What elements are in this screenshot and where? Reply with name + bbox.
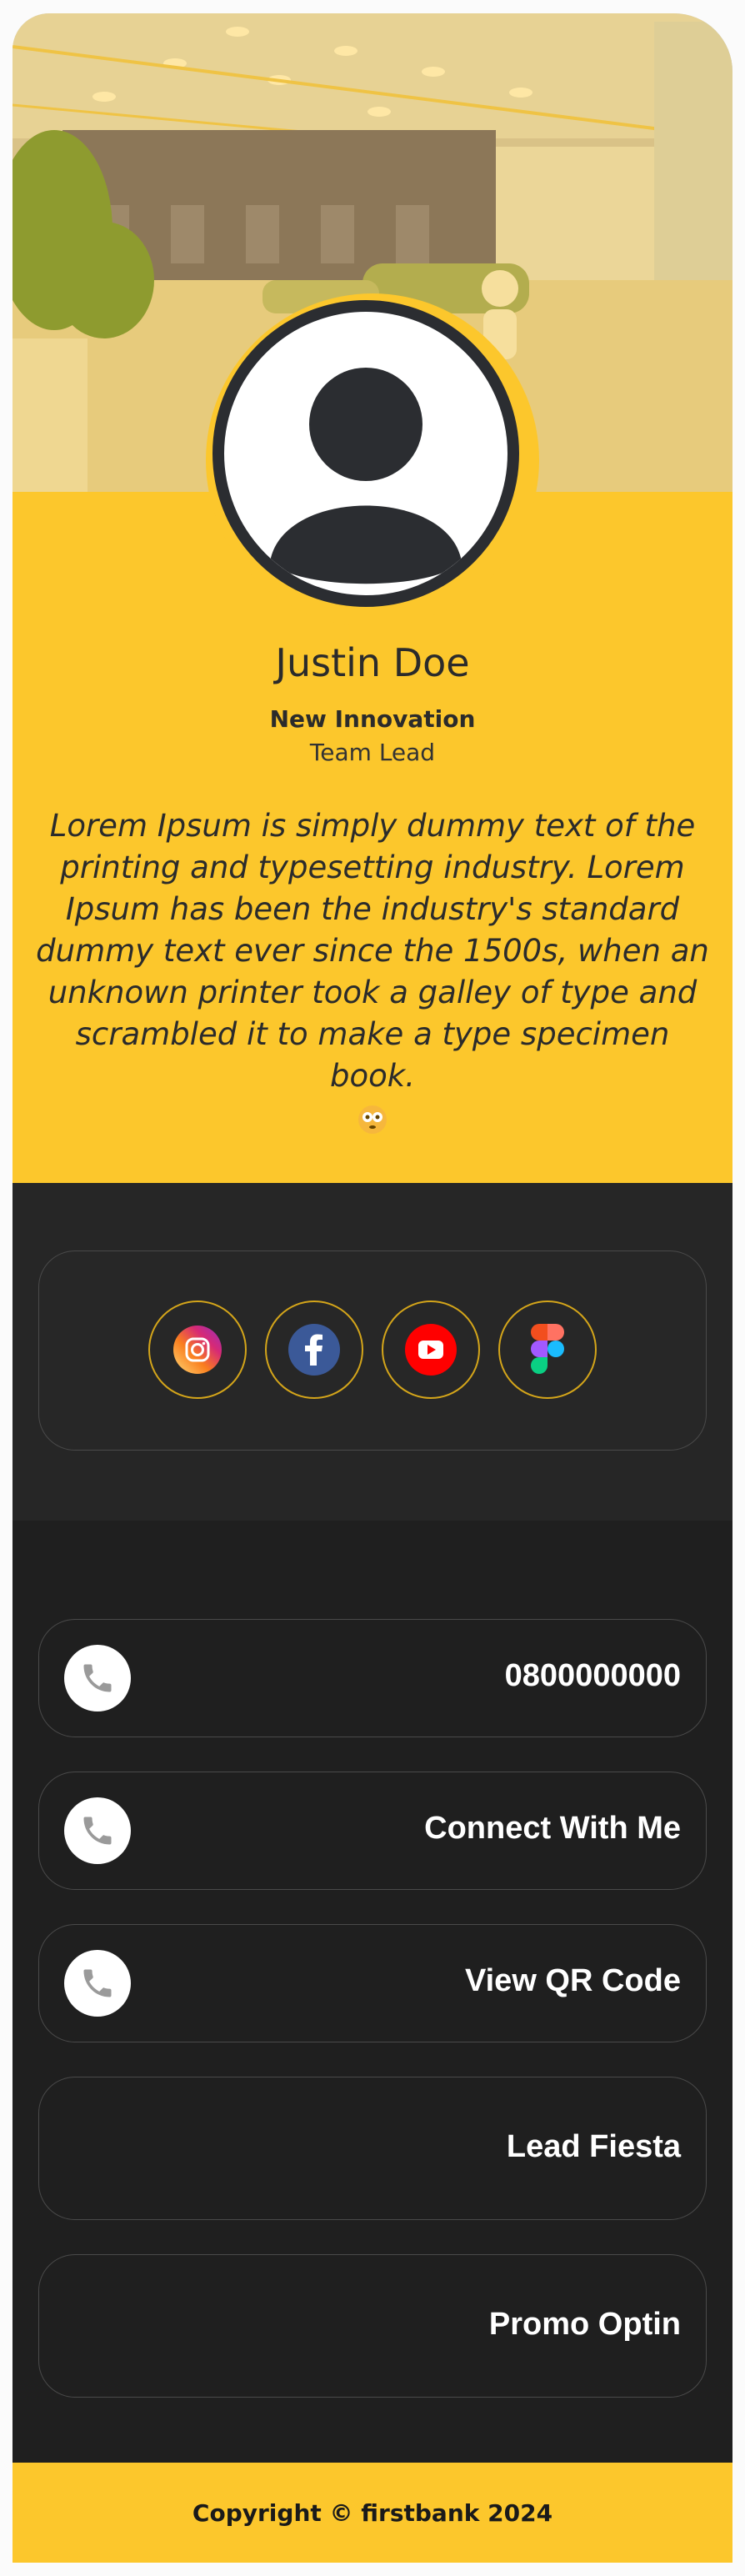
youtube-link[interactable] — [382, 1301, 480, 1399]
view-qr-code-label: View QR Code — [464, 1963, 681, 1998]
profile-bio: Lorem Ipsum is simply dummy text of the … — [32, 805, 712, 1139]
figma-link[interactable] — [498, 1301, 597, 1399]
social-links-panel — [38, 1250, 707, 1451]
phone-icon — [64, 1797, 131, 1864]
facebook-icon — [288, 1324, 340, 1376]
connect-with-me-label: Connect With Me — [424, 1811, 681, 1846]
phone-icon — [64, 1645, 131, 1711]
instagram-link[interactable] — [148, 1301, 247, 1399]
footer: Copyright © firstbank 2024 — [12, 2463, 732, 2563]
profile-name: Justin Doe — [275, 640, 470, 685]
youtube-icon — [405, 1324, 457, 1376]
facebook-link[interactable] — [265, 1301, 363, 1399]
user-silhouette-icon — [270, 368, 462, 584]
connect-with-me-button[interactable]: Connect With Me — [38, 1772, 707, 1890]
promo-optin-button[interactable]: Promo Optin — [38, 2254, 707, 2398]
copyright-text: Copyright © firstbank 2024 — [192, 2499, 553, 2527]
bio-text: Lorem Ipsum is simply dummy text of the … — [36, 808, 709, 1094]
lead-fiesta-label: Lead Fiesta — [506, 2129, 681, 2164]
phone-number-button[interactable]: 0800000000 — [38, 1619, 707, 1737]
phone-number-label: 0800000000 — [504, 1658, 681, 1693]
profile-organization: New Innovation — [269, 705, 476, 733]
figma-icon — [531, 1324, 564, 1374]
lead-fiesta-button[interactable]: Lead Fiesta — [38, 2077, 707, 2220]
instagram-icon — [173, 1326, 222, 1374]
promo-optin-label: Promo Optin — [488, 2307, 681, 2342]
phone-icon — [64, 1950, 131, 2017]
flushed-face-icon — [358, 1105, 387, 1134]
avatar — [212, 300, 519, 607]
view-qr-code-button[interactable]: View QR Code — [38, 1924, 707, 2042]
profile-card: Justin Doe New Innovation Team Lead Lore… — [12, 13, 732, 2563]
profile-role: Team Lead — [309, 739, 436, 766]
